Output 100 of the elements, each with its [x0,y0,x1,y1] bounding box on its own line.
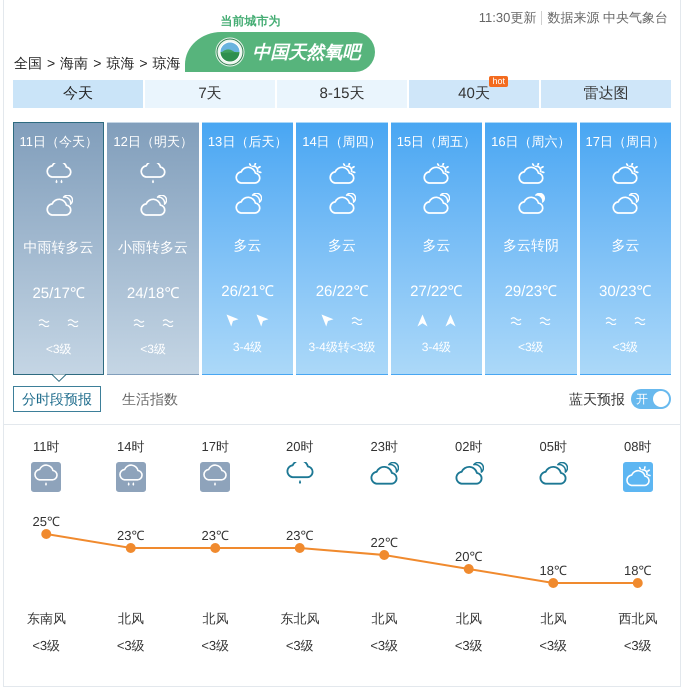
wind-level: 3-4级 [422,339,452,355]
toggle-label: 蓝天预报 [569,390,625,408]
data-point [294,543,305,553]
breadcrumb-link[interactable]: 琼海 [106,53,134,74]
breadcrumb-link[interactable]: 全国 [14,53,42,74]
breadcrumb-link[interactable]: 海南 [60,53,88,74]
wind-direction: 北风 [456,610,482,628]
day-date: 14日（周四） [302,133,382,151]
temperature-label: 18℃ [624,563,652,578]
badge-caption: 当前城市为 [220,13,281,29]
pointer-icon [50,374,67,382]
moon-cloud-icon [516,193,545,214]
wavy-lines-icon [162,318,174,327]
arrow-icon [320,314,334,327]
forecast-tab[interactable]: 今天 [13,80,143,108]
brand-title: 中国天然氧吧 [252,40,361,64]
hour-label: 05时 [540,438,567,456]
hot-badge: hot [489,76,508,87]
wind-level: 3-4级 [232,339,262,355]
sun-cloud-icon [328,163,356,184]
wavy-lines-icon [67,318,80,327]
wavy-lines-icon [38,318,50,327]
weather-description: 多云 [611,236,640,254]
forecast-tab[interactable]: 8-15天 [277,80,407,108]
arrow-icon [226,314,240,327]
wind-level: <3级 [612,339,638,355]
sun-cloud-icon [422,163,450,184]
sun-cloud-icon [516,163,545,184]
wind-level: <3级 [454,637,483,655]
weather-description: 多云 [234,236,262,254]
wind-direction: 北风 [540,610,566,628]
arrow-icon [416,314,428,327]
wind-level: <3级 [46,341,72,357]
hour-label: 23时 [370,438,398,456]
wavy-lines-icon [634,316,646,325]
wavy-lines-icon [604,316,617,325]
forecast-tab[interactable]: 7天 [145,80,275,108]
day-date: 13日（后天） [208,133,288,151]
temperature-label: 25℃ [32,514,60,529]
temperature-range: 29/23℃ [504,282,558,302]
temperature-range: 26/22℃ [316,282,368,302]
hour-label: 20时 [286,438,314,456]
data-point [548,578,558,588]
hour-label: 08时 [624,438,652,456]
wind-direction: 北风 [371,610,398,628]
temperature-range: 24/18℃ [126,284,180,304]
hour-label: 11时 [33,438,60,456]
wind-level: <3级 [140,341,166,357]
wavy-lines-icon [510,316,522,325]
arrow-icon [256,314,270,327]
temperature-range: 27/22℃ [410,282,463,302]
wind-level: <3级 [624,637,652,655]
data-point [379,550,390,560]
moon-cloud-icon [139,195,168,216]
moon-cloud-icon [44,195,73,216]
update-time: 11:30更新 [478,9,536,28]
sun-cloud-icon [234,163,262,184]
wind-direction: 东南风 [26,610,66,628]
day-date: 17日（周日） [586,133,666,151]
wavy-lines-icon [132,318,145,327]
wind-direction: 北风 [118,610,144,628]
wind-direction: 北风 [202,610,228,628]
weather-description: 多云 [328,236,356,254]
data-point [464,564,474,574]
weather-description: 多云转阴 [502,236,559,254]
view-tab[interactable]: 分时段预报 [13,386,101,412]
temperature-label: 23℃ [202,528,229,543]
rain-cloud-icon [44,163,73,186]
wind-level: <3级 [286,637,314,655]
temperature-label: 22℃ [370,535,398,550]
wavy-lines-icon [539,316,552,325]
weather-description: 小雨转多云 [118,238,188,256]
day-date: 11日（今天） [19,133,98,151]
temperature-range: 25/17℃ [32,284,85,304]
data-point [41,529,52,539]
moon-cloud-icon [422,193,450,214]
data-point [210,543,220,553]
data-point [632,578,643,588]
hour-label: 17时 [202,438,229,456]
wind-level: <3级 [32,637,60,655]
view-tab[interactable]: 生活指数 [113,386,187,412]
forecast-tab[interactable]: 雷达图 [541,80,671,108]
wind-direction: 东北风 [280,610,320,628]
sun-cloud-icon [611,163,640,184]
breadcrumb-separator: > [93,54,102,73]
temperature-label: 18℃ [540,563,567,578]
wavy-lines-icon [350,316,363,325]
moon-cloud-icon [611,193,640,214]
weather-description: 多云 [422,236,450,254]
temperature-label: 23℃ [286,528,314,543]
data-point [126,543,136,553]
temperature-range: 30/23℃ [599,282,652,302]
wind-level: <3级 [201,637,230,655]
hour-label: 02时 [455,438,482,456]
weather-description: 中雨转多云 [24,238,94,256]
data-source: 数据来源 中央气象台 [547,9,668,28]
temperature-label: 20℃ [455,549,482,564]
moon-cloud-icon [234,193,262,214]
breadcrumb-separator: > [47,54,56,73]
hour-label: 14时 [117,438,144,456]
